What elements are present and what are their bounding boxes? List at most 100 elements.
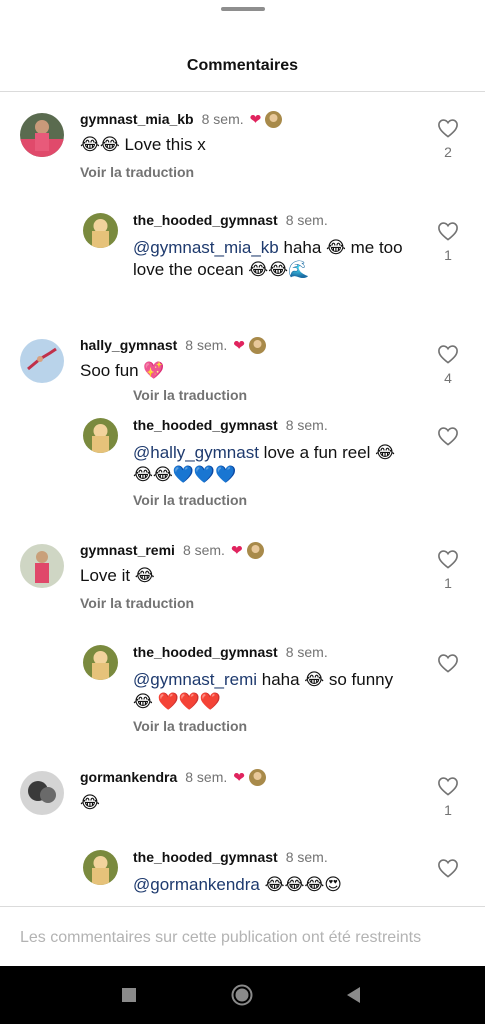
mention-link[interactable]: @gymnast_mia_kb <box>133 238 279 257</box>
comment-text-line: love the ocean 😂😂🌊 <box>133 260 310 279</box>
see-translation-link[interactable]: Voir la traduction <box>80 595 194 611</box>
username[interactable]: the_hooded_gymnast <box>133 416 278 434</box>
reply-comment: the_hooded_gymnast 8 sem. @gymnast_remi … <box>0 643 485 745</box>
mention-link[interactable]: @gymnast_remi <box>133 670 257 689</box>
circle-icon <box>231 984 253 1006</box>
like-button[interactable] <box>433 426 463 452</box>
comment-text-fragment: haha 😂 so funny <box>257 670 394 689</box>
comment-text: @gymnast_mia_kb haha 😂 me too love the o… <box>133 237 423 281</box>
comment-text: Soo fun 💖 <box>80 361 165 380</box>
comment-meta: the_hooded_gymnast 8 sem. <box>133 848 328 866</box>
red-heart-icon: ❤ <box>249 111 262 127</box>
page-title: Commentaires <box>186 57 299 74</box>
mention-link[interactable]: @hally_gymnast <box>133 443 259 462</box>
username[interactable]: the_hooded_gymnast <box>133 211 278 229</box>
comment-text-line: 😂😂💙💙💙 <box>133 465 237 484</box>
creator-avatar <box>249 336 267 354</box>
recents-button[interactable] <box>117 983 141 1007</box>
username[interactable]: the_hooded_gymnast <box>133 643 278 661</box>
like-button[interactable]: 4 <box>433 344 463 386</box>
avatar[interactable] <box>20 113 64 157</box>
username[interactable]: gymnast_mia_kb <box>80 110 194 128</box>
heart-outline-icon <box>438 222 458 241</box>
avatar[interactable] <box>20 339 64 383</box>
like-count: 4 <box>444 370 452 386</box>
comment-time: 8 sem. <box>185 769 228 785</box>
comment-text-line: @hally_gymnast love a fun reel 😂 <box>133 442 423 464</box>
comment-meta: the_hooded_gymnast 8 sem. <box>133 211 328 229</box>
username[interactable]: hally_gymnast <box>80 336 177 354</box>
drag-handle[interactable] <box>221 7 265 11</box>
avatar[interactable] <box>83 418 118 453</box>
heart-outline-icon <box>438 859 458 878</box>
comment-time: 8 sem. <box>285 644 328 660</box>
see-translation-link[interactable]: Voir la traduction <box>80 164 194 180</box>
username[interactable]: gymnast_remi <box>80 541 175 559</box>
comment-meta: the_hooded_gymnast 8 sem. <box>133 416 328 434</box>
red-heart-icon: ❤ <box>233 337 246 353</box>
comment-time: 8 sem. <box>285 417 328 433</box>
like-button[interactable]: 1 <box>433 549 463 591</box>
comment-text-fragment: 😂😂😂😍 <box>259 875 342 894</box>
comments-list[interactable]: gymnast_mia_kb 8 sem. ❤ 😂😂 Love this x V… <box>0 93 485 906</box>
comment-text-fragment: haha 😂 me too <box>278 238 403 257</box>
comment-meta: gymnast_mia_kb 8 sem. ❤ <box>80 110 283 128</box>
red-heart-icon: ❤ <box>233 769 245 785</box>
comment-time: 8 sem. <box>185 337 228 353</box>
comment: gymnast_mia_kb 8 sem. ❤ 😂😂 Love this x V… <box>0 110 485 213</box>
reply-comment: the_hooded_gymnast 8 sem. @gymnast_mia_k… <box>0 211 485 403</box>
see-translation-link[interactable]: Voir la traduction <box>133 718 247 734</box>
comment-text: @hally_gymnast love a fun reel 😂 😂😂💙💙💙 <box>133 442 423 486</box>
mention-link[interactable]: @gormankendra <box>133 875 260 894</box>
avatar[interactable] <box>20 771 64 815</box>
like-count: 2 <box>444 144 452 160</box>
avatar[interactable] <box>83 645 118 680</box>
comment-time: 8 sem. <box>201 111 244 127</box>
username[interactable]: the_hooded_gymnast <box>133 848 278 866</box>
comment-text-line: @gymnast_remi haha 😂 so funny <box>133 669 423 691</box>
comment-time: 8 sem. <box>285 212 328 228</box>
comment-text-line: 😂 ❤️❤️❤️ <box>133 692 222 711</box>
heart-outline-icon <box>438 550 458 569</box>
creator-avatar <box>265 110 283 128</box>
avatar[interactable] <box>83 213 118 248</box>
comment-meta: the_hooded_gymnast 8 sem. <box>133 643 328 661</box>
drag-handle-area[interactable] <box>0 0 485 24</box>
comment-meta: gormankendra 8 sem. ❤ <box>80 768 266 786</box>
like-count: 1 <box>444 575 452 591</box>
comment: hally_gymnast 8 sem. ❤ Soo fun 💖 4 <box>0 336 485 409</box>
comment: gymnast_remi 8 sem. ❤ Love it 😂 Voir la … <box>0 541 485 644</box>
like-button[interactable] <box>433 858 463 878</box>
restricted-comments-bar: Les commentaires sur cette publication o… <box>0 906 485 966</box>
comments-header: Commentaires <box>0 40 485 92</box>
creator-avatar <box>249 768 266 786</box>
like-button[interactable]: 2 <box>433 118 463 160</box>
reply-comment: the_hooded_gymnast 8 sem. @gormankendra … <box>0 848 485 906</box>
username[interactable]: gormankendra <box>80 768 177 786</box>
comment-text-line: 😂😂 Love this x <box>80 135 206 154</box>
avatar[interactable] <box>83 850 118 885</box>
comment-text-fragment: love a fun reel 😂 <box>258 443 396 462</box>
see-translation-link[interactable]: Voir la traduction <box>133 492 247 508</box>
home-button[interactable] <box>230 983 254 1007</box>
comment-text: 😂😂 Love this x <box>80 134 206 156</box>
comment-text-line: @gormankendra 😂😂😂😍 <box>133 874 423 896</box>
comment-meta: hally_gymnast 8 sem. ❤ <box>80 336 267 354</box>
restricted-comments-text: Les commentaires sur cette publication o… <box>20 929 422 946</box>
comment: gormankendra 8 sem. ❤ 😂 1 <box>0 768 485 841</box>
system-navigation-bar <box>0 966 485 1024</box>
like-button[interactable] <box>433 653 463 679</box>
comment-text-line: @gymnast_mia_kb haha 😂 me too <box>133 237 423 259</box>
comment-time: 8 sem. <box>182 542 225 558</box>
like-button[interactable]: 1 <box>433 221 463 263</box>
comment-meta: gymnast_remi 8 sem. ❤ <box>80 541 264 559</box>
heart-outline-icon <box>438 654 458 673</box>
avatar[interactable] <box>20 544 64 588</box>
like-count: 1 <box>444 247 452 263</box>
like-button[interactable]: 1 <box>433 776 463 818</box>
back-button[interactable] <box>342 983 366 1007</box>
comment-text: 😂 <box>80 793 100 812</box>
comment-time: 8 sem. <box>285 849 328 865</box>
like-count: 1 <box>444 802 452 818</box>
heart-outline-icon <box>438 345 458 364</box>
